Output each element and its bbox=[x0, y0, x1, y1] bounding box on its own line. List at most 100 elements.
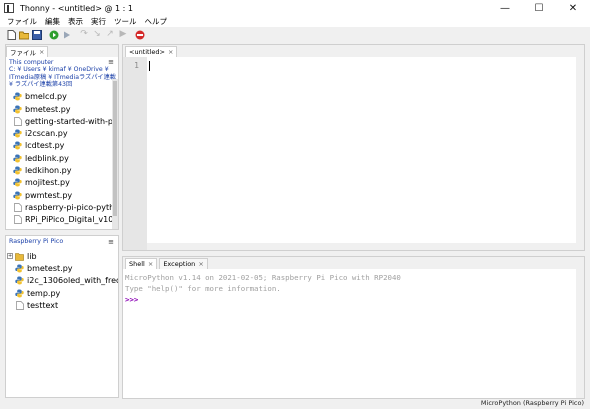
minimize-button[interactable]: — bbox=[488, 0, 522, 16]
menu-file[interactable]: ファイル bbox=[3, 16, 41, 27]
menu-edit[interactable]: 編集 bbox=[41, 16, 64, 27]
editor-scrollbar[interactable] bbox=[576, 57, 584, 250]
file-name: i2c_1306oled_with_freq.p bbox=[27, 276, 118, 286]
shell-tab-label: Shell bbox=[129, 260, 145, 268]
file-name: lcdtest.py bbox=[25, 141, 65, 151]
list-item[interactable]: i2c_1306oled_with_freq.p bbox=[6, 275, 118, 287]
file-name: temp.py bbox=[27, 288, 61, 298]
python-icon bbox=[13, 154, 22, 163]
folder-icon bbox=[15, 252, 24, 261]
thonny-app-icon bbox=[4, 3, 14, 13]
files-scrollbar[interactable] bbox=[112, 79, 118, 229]
shell-help-line: Type "help()" for more information. bbox=[125, 284, 281, 293]
close-window-button[interactable]: ✕ bbox=[556, 0, 590, 16]
tab-exception[interactable]: Exception × bbox=[159, 258, 208, 269]
list-item[interactable]: bmetest.py bbox=[6, 103, 118, 115]
step-into-icon[interactable]: ↘ bbox=[92, 30, 102, 40]
resume-icon[interactable]: ▶ bbox=[118, 30, 128, 40]
python-icon bbox=[15, 276, 24, 285]
list-item[interactable]: getting-started-with-pico bbox=[6, 115, 118, 127]
line-number-gutter: 1 bbox=[123, 57, 147, 250]
shell-scrollbar[interactable] bbox=[576, 269, 584, 398]
pico-header: Raspberry Pi Pico ≡ bbox=[6, 236, 118, 248]
close-icon[interactable]: × bbox=[168, 48, 173, 56]
close-icon[interactable]: × bbox=[148, 260, 153, 268]
list-item[interactable]: i2cscan.py bbox=[6, 128, 118, 140]
file-icon bbox=[13, 215, 22, 225]
file-name: testtext bbox=[27, 300, 59, 310]
list-item[interactable]: testtext bbox=[6, 299, 118, 311]
code-editor[interactable] bbox=[147, 57, 576, 242]
tab-shell[interactable]: Shell × bbox=[125, 258, 158, 269]
file-name: getting-started-with-pico bbox=[25, 116, 118, 126]
menu-run[interactable]: 実行 bbox=[87, 16, 110, 27]
debug-icon[interactable] bbox=[62, 30, 72, 40]
list-item[interactable]: ledblink.py bbox=[6, 152, 118, 164]
python-icon bbox=[13, 105, 22, 114]
location-title[interactable]: This computer bbox=[9, 59, 116, 66]
list-item[interactable]: pwmtest.py bbox=[6, 189, 118, 201]
step-out-icon[interactable]: ↗ bbox=[105, 30, 115, 40]
editor-panel: <untitled> × 1 bbox=[122, 44, 585, 251]
text-cursor bbox=[149, 61, 150, 71]
close-icon[interactable]: × bbox=[198, 260, 203, 268]
menu-bar: ファイル 編集 表示 実行 ツール ヘルプ bbox=[0, 16, 590, 27]
toolbar: ↷ ↘ ↗ ▶ bbox=[0, 27, 590, 42]
file-icon bbox=[13, 117, 22, 126]
maximize-button[interactable]: ☐ bbox=[522, 0, 556, 16]
close-icon[interactable]: × bbox=[39, 48, 44, 56]
file-name: raspberry-pi-pico-python bbox=[25, 202, 118, 212]
file-icon bbox=[13, 203, 22, 212]
panel-menu-icon[interactable]: ≡ bbox=[108, 238, 114, 246]
file-name: bmelcd.py bbox=[25, 92, 67, 102]
save-file-icon[interactable] bbox=[32, 29, 42, 40]
shell-panel: Shell × Exception × MicroPython v1.14 on… bbox=[122, 256, 585, 399]
python-icon bbox=[13, 166, 22, 175]
file-name: ledblink.py bbox=[25, 153, 69, 163]
exception-tab-label: Exception bbox=[163, 260, 196, 268]
list-item[interactable]: ledkihon.py bbox=[6, 164, 118, 176]
interpreter-status[interactable]: MicroPython (Raspberry Pi Pico) bbox=[481, 399, 584, 407]
list-item[interactable]: temp.py bbox=[6, 287, 118, 299]
list-item[interactable]: RPi_PiPico_Digital_v10.pd bbox=[6, 214, 118, 226]
new-file-icon[interactable] bbox=[6, 29, 16, 40]
tab-files[interactable]: ファイル × bbox=[6, 46, 49, 57]
editor-horizontal-scrollbar[interactable] bbox=[147, 243, 576, 250]
list-item[interactable]: bmelcd.py bbox=[6, 91, 118, 103]
python-icon bbox=[13, 92, 22, 101]
file-name: RPi_PiPico_Digital_v10.pd bbox=[25, 215, 118, 225]
expand-icon[interactable]: + bbox=[7, 253, 13, 260]
file-name: pwmtest.py bbox=[25, 190, 73, 200]
stop-icon[interactable] bbox=[135, 30, 145, 40]
tab-untitled[interactable]: <untitled> × bbox=[125, 46, 178, 57]
list-item[interactable]: raspberry-pi-pico-python bbox=[6, 201, 118, 213]
list-item[interactable]: lcdtest.py bbox=[6, 140, 118, 152]
menu-help[interactable]: ヘルプ bbox=[141, 16, 172, 27]
menu-view[interactable]: 表示 bbox=[64, 16, 87, 27]
window-title: Thonny - <untitled> @ 1 : 1 bbox=[20, 3, 134, 13]
open-file-icon[interactable] bbox=[19, 30, 29, 40]
panel-menu-icon[interactable]: ≡ bbox=[108, 58, 114, 66]
file-name: lib bbox=[27, 251, 37, 261]
menu-tools[interactable]: ツール bbox=[110, 16, 141, 27]
step-over-icon[interactable]: ↷ bbox=[79, 30, 89, 40]
editor-tab-label: <untitled> bbox=[129, 48, 165, 56]
line-number: 1 bbox=[134, 61, 139, 70]
location-path[interactable]: C: ¥ Users ¥ kimaf ¥ OneDrive ¥ ITmedia原… bbox=[9, 66, 116, 88]
list-item[interactable]: + lib bbox=[6, 250, 118, 262]
shell-output[interactable]: MicroPython v1.14 on 2021-02-05; Raspber… bbox=[123, 269, 584, 308]
pico-files-panel: Raspberry Pi Pico ≡ + lib bmetest.py i2c_13… bbox=[5, 235, 119, 398]
shell-prompt[interactable]: >>> bbox=[125, 294, 582, 305]
status-bar[interactable]: MicroPython (Raspberry Pi Pico) bbox=[0, 399, 590, 409]
python-icon bbox=[13, 141, 22, 150]
run-icon[interactable] bbox=[49, 30, 59, 40]
list-item[interactable]: bmetest.py bbox=[6, 262, 118, 274]
shell-banner-line: MicroPython v1.14 on 2021-02-05; Raspber… bbox=[125, 273, 401, 282]
pico-file-list: + lib bmetest.py i2c_1306oled_with_freq.pte… bbox=[6, 250, 118, 311]
python-icon bbox=[13, 191, 22, 200]
file-name: ledkihon.py bbox=[25, 166, 72, 176]
list-item[interactable]: mojitest.py bbox=[6, 177, 118, 189]
python-icon bbox=[13, 178, 22, 187]
